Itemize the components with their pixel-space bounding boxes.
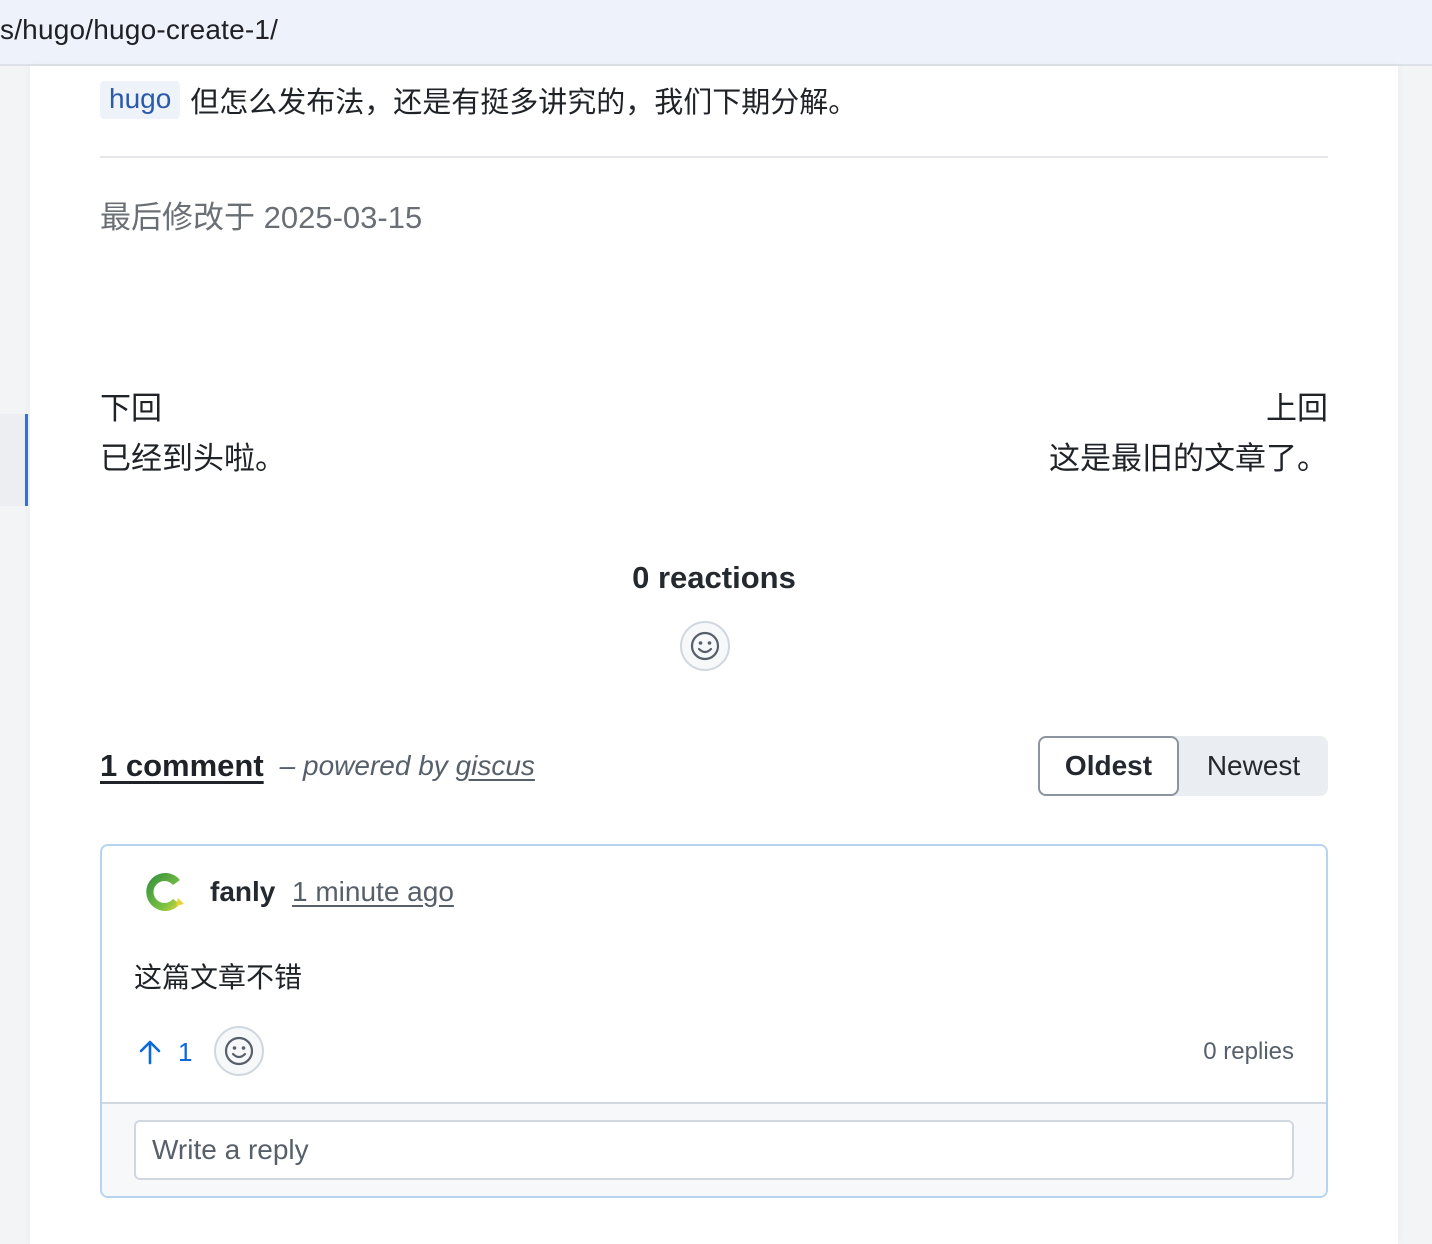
- last-modified: 最后修改于 2025-03-15: [100, 200, 423, 235]
- article-container: hugo 但怎么发布法，还是有挺多讲究的，我们下期分解。 最后修改于 2025-…: [30, 66, 1398, 1244]
- reply-input[interactable]: [134, 1120, 1294, 1180]
- comment-author[interactable]: fanly: [210, 876, 275, 908]
- reactions-count: 0 reactions: [632, 560, 796, 595]
- add-reaction-button[interactable]: [680, 621, 730, 671]
- browser-address-bar[interactable]: s/hugo/hugo-create-1/: [0, 0, 1432, 66]
- nav-previous-post[interactable]: 下回 已经到头啦。: [100, 384, 286, 484]
- nav-next-text: 这是最旧的文章了。: [1049, 441, 1328, 476]
- nav-next-post[interactable]: 上回 这是最旧的文章了。: [1049, 384, 1328, 484]
- giscus-link[interactable]: giscus: [456, 750, 535, 781]
- sort-oldest-button[interactable]: Oldest: [1038, 736, 1179, 796]
- inline-code-hugo: hugo: [100, 81, 181, 119]
- toc-active-indicator: [0, 414, 28, 506]
- paragraph-text: 但怎么发布法，还是有挺多讲究的，我们下期分解。: [190, 87, 858, 119]
- replies-count: 0 replies: [1203, 1038, 1294, 1065]
- sort-newest-button[interactable]: Newest: [1179, 736, 1328, 796]
- upvote-count: 1: [178, 1036, 193, 1067]
- comment-count-link[interactable]: 1 comment: [100, 748, 264, 784]
- nav-previous-label: 下回: [100, 391, 162, 426]
- nav-next-label: 上回: [1266, 391, 1328, 426]
- reply-area: [102, 1102, 1326, 1196]
- comment-card: fanly 1 minute ago 这篇文章不错 1 0 replies: [100, 844, 1328, 1198]
- upvote-button[interactable]: 1: [138, 1034, 192, 1070]
- nav-previous-text: 已经到头啦。: [100, 441, 286, 476]
- url-text[interactable]: s/hugo/hugo-create-1/: [0, 14, 278, 46]
- smiley-icon: [224, 1036, 254, 1066]
- comment-time[interactable]: 1 minute ago: [292, 876, 454, 908]
- article-last-paragraph: hugo 但怎么发布法，还是有挺多讲究的，我们下期分解。: [100, 80, 857, 120]
- smiley-icon: [690, 631, 720, 661]
- arrow-up-icon: [139, 1040, 161, 1065]
- comments-header: 1 comment – powered by giscus: [100, 746, 535, 786]
- powered-prefix: – powered by: [279, 750, 456, 781]
- powered-by: – powered by giscus: [280, 750, 535, 782]
- comment-body: 这篇文章不错: [134, 962, 303, 993]
- avatar[interactable]: [140, 868, 188, 916]
- comment-sort-toggle: Oldest Newest: [1038, 736, 1328, 796]
- article-divider: [100, 156, 1328, 158]
- comment-reaction-button[interactable]: [214, 1026, 264, 1076]
